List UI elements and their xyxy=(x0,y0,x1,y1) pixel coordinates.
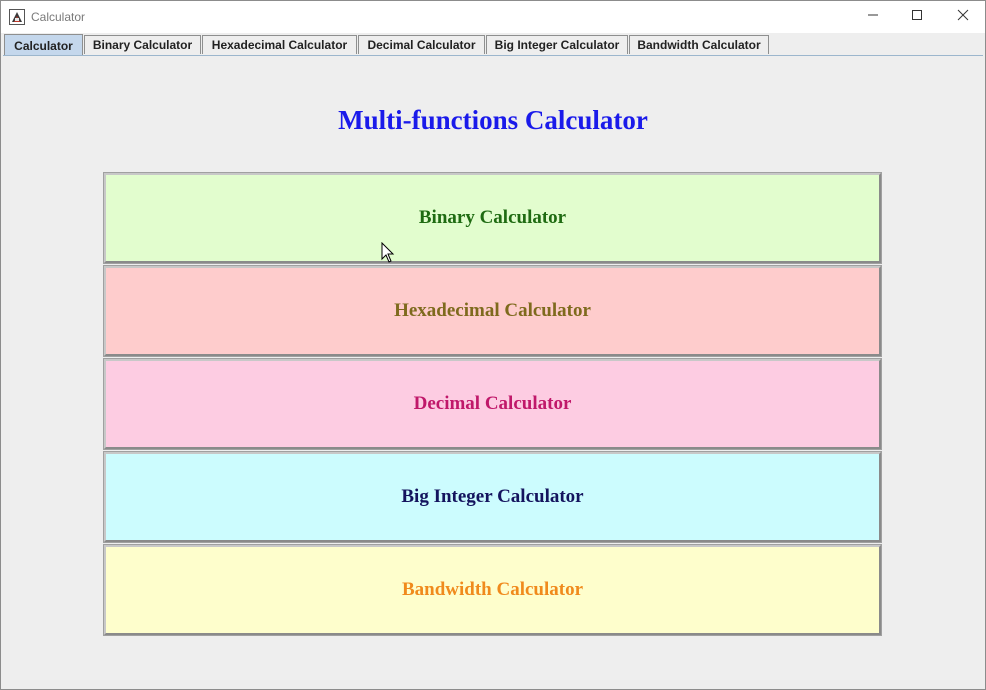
close-icon xyxy=(957,8,969,26)
tab-binary-calculator[interactable]: Binary Calculator xyxy=(84,35,201,54)
java-app-icon[interactable] xyxy=(9,9,25,25)
page-title: Multi-functions Calculator xyxy=(338,105,648,135)
tab-calculator[interactable]: Calculator xyxy=(4,34,83,56)
hexadecimal-calculator-label: Hexadecimal Calculator xyxy=(394,300,591,321)
tab-decimal-calculator[interactable]: Decimal Calculator xyxy=(358,35,485,54)
hexadecimal-calculator-button[interactable]: Hexadecimal Calculator xyxy=(103,265,882,357)
minimize-button[interactable] xyxy=(850,1,896,33)
tab-bandwidth-calculator[interactable]: Bandwidth Calculator xyxy=(629,35,769,54)
tab-big-integer-calculator[interactable]: Big Integer Calculator xyxy=(486,35,628,54)
binary-calculator-label: Binary Calculator xyxy=(418,207,567,228)
window-title: Calculator xyxy=(31,10,86,24)
maximize-icon xyxy=(911,8,923,26)
maximize-button[interactable] xyxy=(894,1,940,33)
bandwidth-calculator-label: Bandwidth Calculator xyxy=(401,579,584,600)
bandwidth-calculator-button[interactable]: Bandwidth Calculator xyxy=(103,544,882,636)
big-integer-calculator-button[interactable]: Big Integer Calculator xyxy=(103,451,882,543)
decimal-calculator-button[interactable]: Decimal Calculator xyxy=(103,358,882,450)
binary-calculator-button[interactable]: Binary Calculator xyxy=(103,172,882,264)
big-integer-calculator-label: Big Integer Calculator xyxy=(401,486,584,507)
close-button[interactable] xyxy=(940,1,986,33)
decimal-calculator-label: Decimal Calculator xyxy=(413,393,572,414)
tab-hexadecimal-calculator[interactable]: Hexadecimal Calculator xyxy=(202,35,357,54)
minimize-icon xyxy=(867,8,879,26)
tab-strip: Calculator Binary Calculator Hexadecimal… xyxy=(1,33,985,56)
title-bar[interactable]: Calculator xyxy=(1,1,985,33)
